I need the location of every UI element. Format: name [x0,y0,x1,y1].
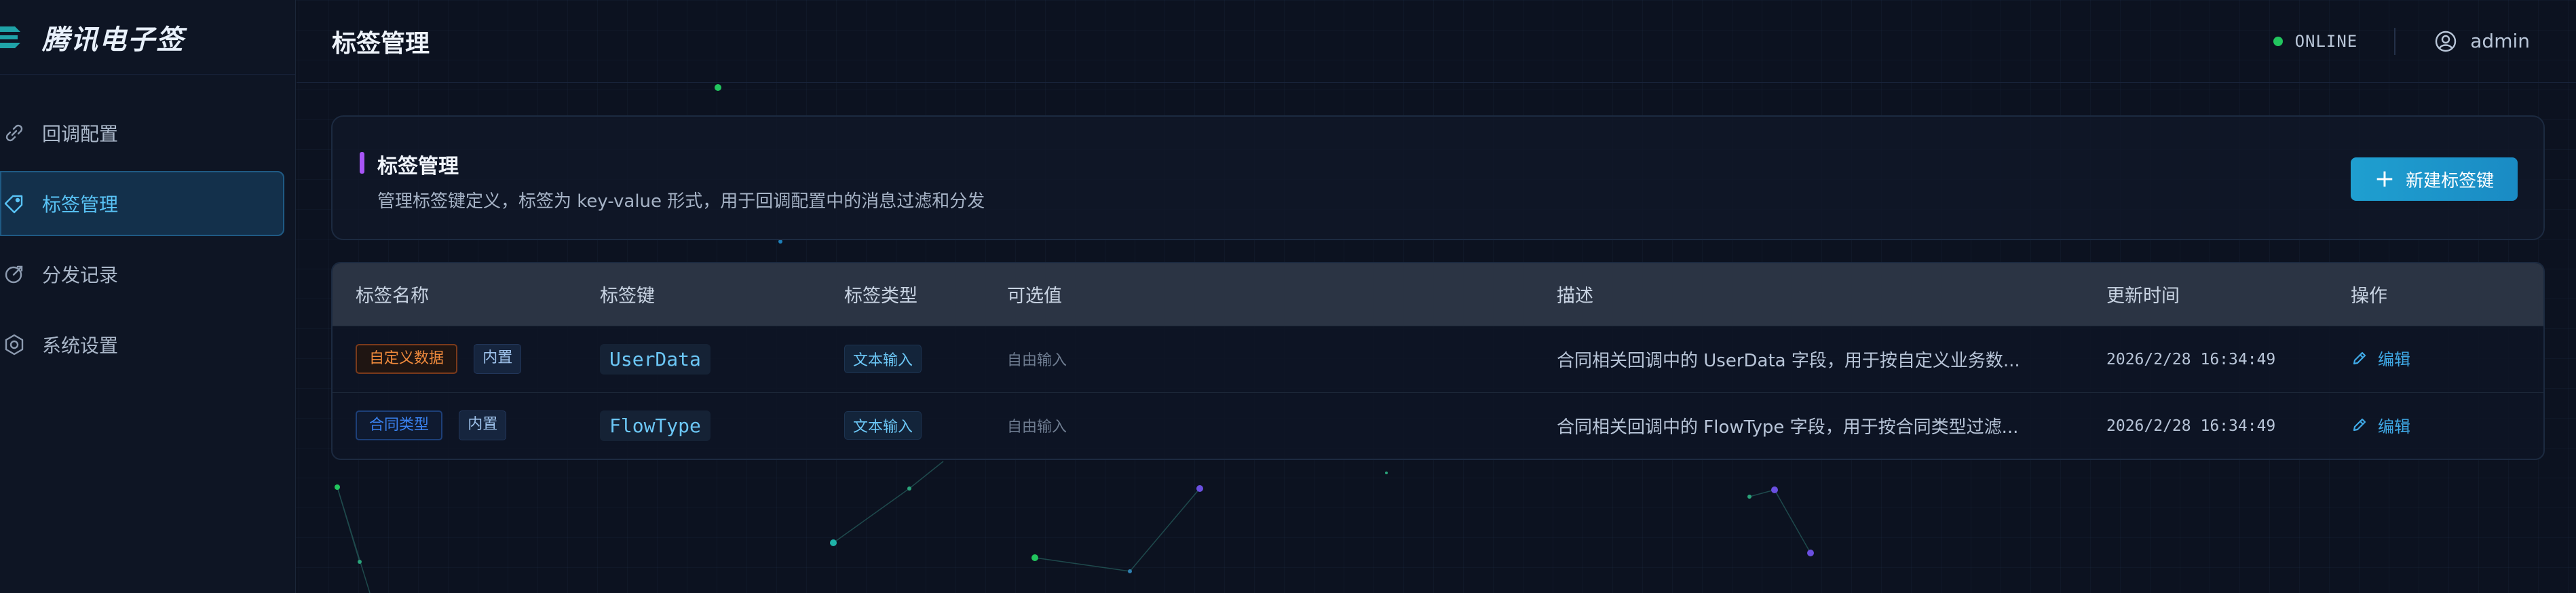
options-text: 自由输入 [1007,419,1067,436]
new-tag-key-button[interactable]: + 新建标签键 [2351,157,2518,201]
new-tag-key-label: 新建标签键 [2406,170,2495,191]
tag-icon [3,192,26,215]
column-header-options: 可选值 [1007,286,1062,307]
tag-name-badge: 自定义数据 [356,344,458,374]
column-header-type: 标签类型 [844,286,917,307]
tag-key-cell: FlowType [577,392,821,459]
dispatch-icon [3,263,26,286]
sidebar: 腾讯电子签 回调配置 标签管理 分发记录 系统设置 [0,0,296,593]
description-cell: 合同相关回调中的 FlowType 字段，用于按合同类型过滤... [1557,417,2019,438]
app-name: 腾讯电子签 [42,24,185,56]
table-row: 自定义数据 内置 UserData 文本输入 自由输入 合同相关回调中的 Use… [333,326,2543,392]
edit-button[interactable]: 编辑 [2351,346,2410,370]
sidebar-item-label: 回调配置 [42,123,119,145]
column-header-updated: 更新时间 [2106,286,2180,307]
intro-card: 标签管理 管理标签键定义，标签为 key-value 形式，用于回调配置中的消息… [331,115,2545,240]
options-cell: 自由输入 [984,392,1534,459]
section-description: 管理标签键定义，标签为 key-value 形式，用于回调配置中的消息过滤和分发 [377,191,985,212]
sidebar-item-system-settings[interactable]: 系统设置 [0,312,284,377]
updated-time: 2026/2/28 16:34:49 [2106,417,2276,436]
updated-time: 2026/2/28 16:34:49 [2106,351,2276,368]
plus-icon: + [2374,165,2395,193]
sidebar-item-label: 系统设置 [42,334,119,357]
table-row: 合同类型 内置 FlowType 文本输入 自由输入 合同相关回调中的 Flow… [333,392,2543,459]
tag-type-badge: 文本输入 [844,411,922,440]
tag-type-cell: 文本输入 [821,392,984,459]
tag-key-cell: UserData [577,326,821,392]
settings-icon [3,333,26,356]
user-name[interactable]: admin [2470,30,2530,52]
edit-button[interactable]: 编辑 [2351,413,2410,437]
logo-icon [0,26,20,48]
tag-name-cell: 合同类型 内置 [333,392,577,459]
edit-label: 编辑 [2378,417,2410,436]
edit-icon [2353,418,2366,432]
table-header-row: 标签名称 标签键 标签类型 可选值 描述 更新时间 操作 [333,263,2543,326]
section-title: 标签管理 [377,155,459,178]
online-status-text: ONLINE [2294,31,2358,51]
online-status-dot [2273,36,2283,46]
options-text: 自由输入 [1007,352,1067,369]
sidebar-item-dispatch-records[interactable]: 分发记录 [0,242,284,307]
edit-label: 编辑 [2378,350,2410,370]
user-icon[interactable] [2433,29,2458,54]
column-header-description: 描述 [1557,286,1593,307]
column-header-name: 标签名称 [356,286,429,307]
builtin-badge: 内置 [474,344,522,374]
tag-type-badge: 文本输入 [844,345,922,373]
title-accent-bar [360,152,364,174]
tag-type-cell: 文本输入 [821,326,984,392]
tag-name-badge: 合同类型 [356,410,443,441]
header-divider [2394,27,2396,55]
options-cell: 自由输入 [984,326,1534,392]
page-title: 标签管理 [332,29,430,58]
top-header: 标签管理 ONLINE admin [297,0,2576,83]
column-header-actions: 操作 [2351,286,2387,307]
sidebar-item-label: 分发记录 [42,264,119,286]
column-header-key: 标签键 [600,286,655,307]
sidebar-item-label: 标签管理 [42,193,119,216]
sidebar-item-tag-management[interactable]: 标签管理 [0,171,284,236]
actions-cell: 编辑 [2328,392,2543,459]
builtin-badge: 内置 [459,410,507,441]
updated-cell: 2026/2/28 16:34:49 [2083,326,2328,392]
app-logo[interactable]: 腾讯电子签 [0,0,295,75]
tag-table: 标签名称 标签键 标签类型 可选值 描述 更新时间 操作 自定义数据 内置 Us… [331,262,2545,460]
description-cell: 合同相关回调中的 UserData 字段，用于按自定义业务数... [1557,350,2020,371]
tag-key: FlowType [600,410,711,441]
edit-icon [2353,351,2366,364]
sidebar-item-callback-config[interactable]: 回调配置 [0,100,284,166]
sidebar-nav: 回调配置 标签管理 分发记录 系统设置 [0,75,295,377]
header-status-area: ONLINE admin [2273,27,2530,55]
link-icon [3,121,26,145]
actions-cell: 编辑 [2328,326,2543,392]
main-content: 标签管理 管理标签键定义，标签为 key-value 形式，用于回调配置中的消息… [331,115,2545,460]
updated-cell: 2026/2/28 16:34:49 [2083,392,2328,459]
tag-key: UserData [600,343,711,375]
tag-name-cell: 自定义数据 内置 [333,326,577,392]
